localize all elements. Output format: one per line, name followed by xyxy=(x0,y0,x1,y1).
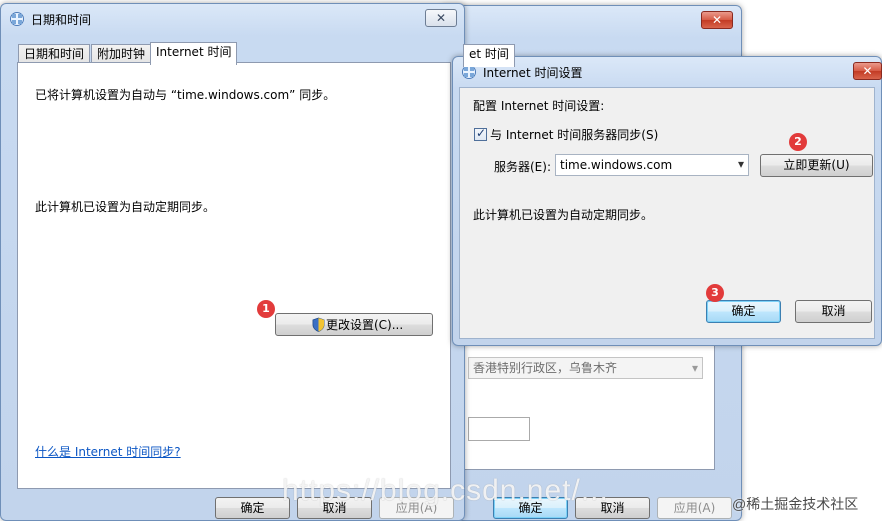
timezone-select[interactable]: 香港特别行政区，乌鲁木齐 ▾ xyxy=(468,357,703,379)
step-marker-3: 3 xyxy=(706,284,724,302)
sync-status-text: 已将计算机设置为自动与 “time.windows.com” 同步。 xyxy=(35,88,336,102)
scheduled-sync-text: 此计算机已设置为自动定期同步。 xyxy=(35,200,216,214)
datetime-close-button[interactable]: ✕ xyxy=(425,9,457,27)
dialog-ok-button[interactable]: 确定 xyxy=(706,300,781,323)
datetime-window-title: 日期和时间 xyxy=(31,13,92,27)
internet-time-titlebar: Internet 时间设置 ✕ xyxy=(453,57,882,87)
tab-date-and-time[interactable]: 日期和时间 xyxy=(18,44,91,64)
shield-icon xyxy=(312,317,325,332)
step-marker-2: 2 xyxy=(789,133,807,151)
server-label: 服务器(E): xyxy=(494,160,551,174)
internet-time-dialog: Internet 时间设置 ✕ 配置 Internet 时间设置: ✓ 与 In… xyxy=(452,56,882,346)
server-combobox[interactable]: time.windows.com ▾ xyxy=(555,154,749,176)
scheduled-status-text: 此计算机已设置为自动定期同步。 xyxy=(473,208,654,222)
timezone-select-value: 香港特别行政区，乌鲁木齐 xyxy=(473,361,618,375)
update-now-button[interactable]: 立即更新(U) xyxy=(760,154,873,177)
sync-checkbox[interactable]: ✓ xyxy=(474,126,487,141)
chevron-down-icon: ▾ xyxy=(691,361,698,375)
background-close-button[interactable]: ✕ xyxy=(701,11,733,29)
internet-time-panel: 已将计算机设置为自动与 “time.windows.com” 同步。 此计算机已… xyxy=(17,62,451,489)
sync-checkbox-label[interactable]: 与 Internet 时间服务器同步(S) xyxy=(490,126,658,143)
tab-additional-clocks[interactable]: 附加时钟 xyxy=(91,44,152,64)
background-apply-button: 应用(A) xyxy=(657,497,732,519)
datetime-titlebar: 日期和时间 ✕ xyxy=(1,4,464,34)
change-settings-label: 更改设置(C)... xyxy=(326,318,404,332)
internet-time-help-link[interactable]: 什么是 Internet 时间同步? xyxy=(35,443,181,460)
checkmark-icon: ✓ xyxy=(476,126,487,140)
site-watermark: @稀土掘金技术社区 xyxy=(732,496,859,512)
step-marker-1: 1 xyxy=(257,300,275,318)
clock-globe-icon xyxy=(10,12,24,26)
tab-internet-time[interactable]: Internet 时间 xyxy=(150,42,238,65)
datetime-window: 日期和时间 ✕ 日期和时间 附加时钟 Internet 时间 已将计算机设置为自… xyxy=(0,3,465,521)
dialog-cancel-button[interactable]: 取消 xyxy=(795,300,872,323)
chevron-down-icon[interactable]: ▾ xyxy=(738,157,744,171)
server-combobox-value: time.windows.com xyxy=(560,158,673,172)
config-heading: 配置 Internet 时间设置: xyxy=(473,99,605,113)
change-settings-button[interactable]: 更改设置(C)... xyxy=(275,313,433,336)
internet-time-body: 配置 Internet 时间设置: ✓ 与 Internet 时间服务器同步(S… xyxy=(459,87,875,339)
datetime-ok-button[interactable]: 确定 xyxy=(215,497,290,519)
background-tab-internet-time[interactable]: et 时间 xyxy=(463,44,515,67)
url-watermark: https://blog.csdn.net/... xyxy=(282,474,609,507)
background-field[interactable] xyxy=(468,417,530,441)
internet-time-close-button[interactable]: ✕ xyxy=(853,62,882,80)
background-titlebar: ✕ xyxy=(441,6,741,36)
